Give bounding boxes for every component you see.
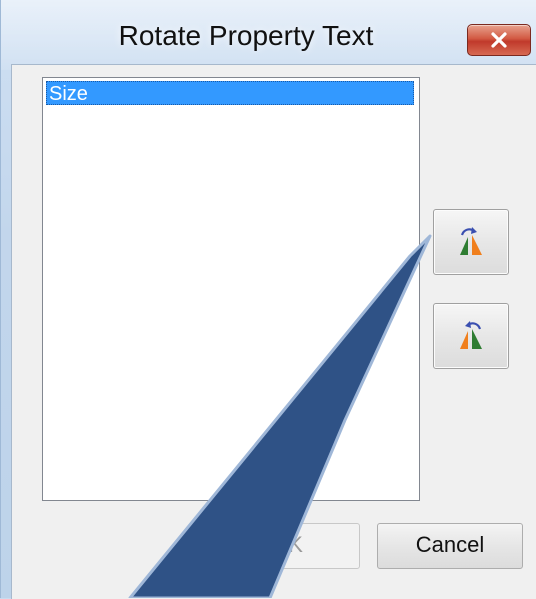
dialog-window: Rotate Property Text Size OK Cancel: [0, 0, 536, 599]
list-item-size[interactable]: Size: [46, 81, 414, 105]
rotate-clockwise-button[interactable]: [433, 209, 509, 275]
dialog-client-area: Size OK Cancel: [11, 64, 536, 599]
rotate-text-clockwise-icon: [460, 227, 482, 255]
rotate-counterclockwise-button[interactable]: [433, 303, 509, 369]
rotate-text-counterclockwise-icon: [460, 321, 482, 349]
close-button[interactable]: [467, 24, 531, 56]
window-title: Rotate Property Text: [118, 20, 374, 51]
close-icon: [491, 32, 507, 48]
property-listbox[interactable]: Size: [42, 77, 420, 501]
ok-button[interactable]: OK: [214, 523, 360, 569]
cancel-button[interactable]: Cancel: [377, 523, 523, 569]
